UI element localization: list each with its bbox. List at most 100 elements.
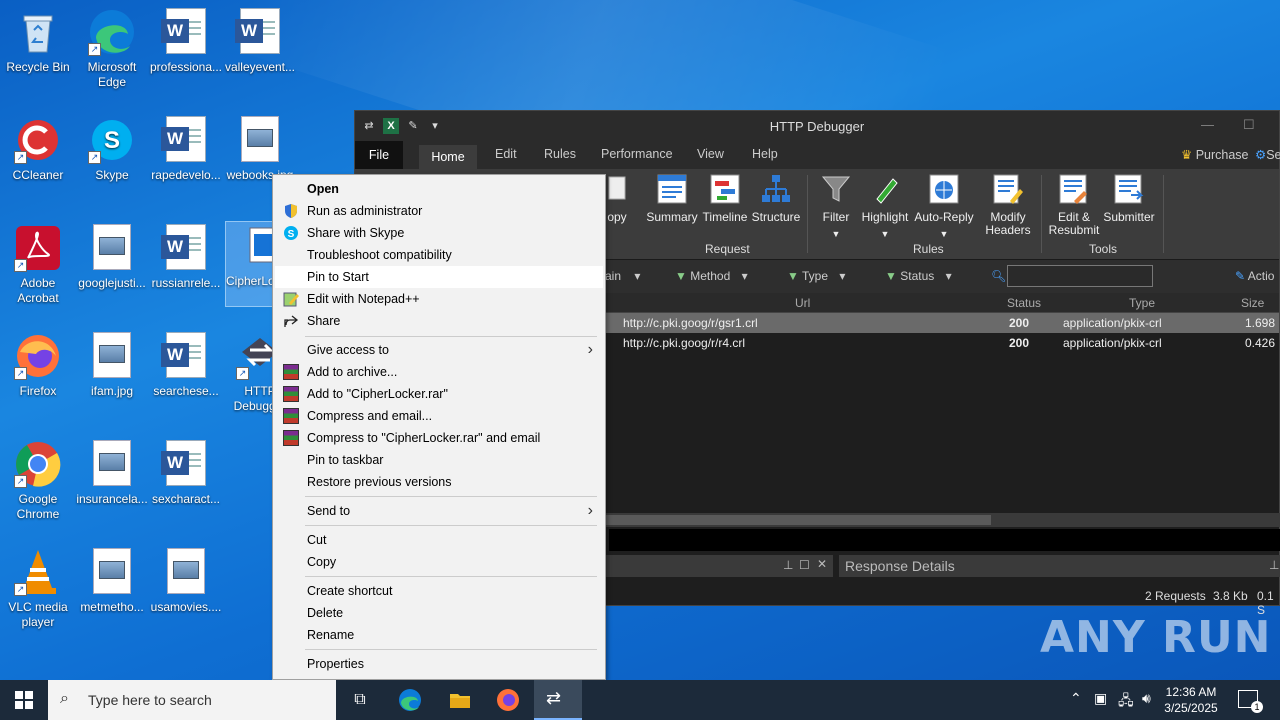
menu-item-pin-taskbar[interactable]: Pin to taskbar xyxy=(275,449,603,471)
menu-item-open[interactable]: Open xyxy=(275,178,603,200)
desktop-icon-firefox[interactable]: ↗ Firefox xyxy=(0,332,76,399)
desktop-icon-valleyevent[interactable]: W valleyevent... xyxy=(222,8,298,75)
column-type[interactable]: Type xyxy=(1129,296,1155,310)
menu-item-run-as-admin[interactable]: Run as administrator xyxy=(275,200,603,222)
file-explorer-icon[interactable] xyxy=(448,688,472,712)
menu-item-cut[interactable]: Cut xyxy=(275,529,603,551)
menu-item-share[interactable]: Share xyxy=(275,310,603,332)
highlight-button[interactable]: Highlight ▼ xyxy=(859,173,911,241)
edge-icon[interactable] xyxy=(398,688,422,712)
volume-icon[interactable]: 🔊︎ xyxy=(1142,690,1151,707)
tab-view[interactable]: View xyxy=(697,147,724,161)
task-view-icon[interactable]: ⧉ xyxy=(348,688,372,712)
menu-item-give-access[interactable]: Give access to › xyxy=(275,339,603,361)
taskbar-search[interactable]: ⌕ Type here to search xyxy=(48,680,336,720)
menu-item-pin-to-start[interactable]: Pin to Start xyxy=(275,266,603,288)
desktop-icon-googlejusti[interactable]: googlejusti... xyxy=(74,224,150,291)
menu-item-add-to-rar[interactable]: Add to "CipherLocker.rar" xyxy=(275,383,603,405)
desktop-icon-skype[interactable]: S ↗ Skype xyxy=(74,116,150,183)
desktop-icon-webooks[interactable]: webooks.jpg xyxy=(222,116,298,183)
desktop-icon-professiona[interactable]: W professiona... xyxy=(148,8,224,75)
column-status[interactable]: Status xyxy=(1007,296,1041,310)
auto-reply-button[interactable]: Auto-Reply ▼ xyxy=(913,173,975,241)
menu-item-compress-email[interactable]: Compress and email... xyxy=(275,405,603,427)
menu-item-copy[interactable]: Copy xyxy=(275,551,603,573)
menu-item-rename[interactable]: Rename xyxy=(275,624,603,646)
filter-button[interactable]: Filter ▼ xyxy=(815,173,857,241)
desktop-icon-ccleaner[interactable]: ↗ CCleaner xyxy=(0,116,76,183)
method-filter[interactable]: ▼ Method ▾ xyxy=(675,269,748,283)
pin-icon[interactable]: ⊥ xyxy=(1269,558,1279,572)
desktop-icon-searchese[interactable]: W searchese... xyxy=(148,332,224,399)
desktop-icon-label: CCleaner xyxy=(12,168,64,182)
image-file-icon xyxy=(88,548,136,596)
edit-resubmit-button[interactable]: Edit & Resubmit xyxy=(1047,173,1101,237)
purchase-button[interactable]: ♛ Purchase xyxy=(1181,147,1249,162)
notification-icon[interactable]: 1 xyxy=(1238,690,1263,713)
menu-item-label: Run as administrator xyxy=(307,204,423,218)
summary-button[interactable]: Summary xyxy=(645,173,699,224)
settings-button[interactable]: ⚙Se xyxy=(1255,147,1280,162)
desktop-icon-vlc[interactable]: ↗ VLC media player xyxy=(0,548,76,630)
close-icon[interactable]: ✕ xyxy=(817,557,827,571)
menu-item-troubleshoot[interactable]: Troubleshoot compatibility xyxy=(275,244,603,266)
menu-item-edit-notepadpp[interactable]: Edit with Notepad++ xyxy=(275,288,603,310)
horizontal-scrollbar[interactable] xyxy=(605,513,1280,527)
desktop-icon-rapedevelo[interactable]: W rapedevelo... xyxy=(148,116,224,183)
chevron-up-icon[interactable]: ⌃ xyxy=(1070,690,1082,707)
desktop-icon-metmetho[interactable]: metmetho... xyxy=(74,548,150,615)
search-input[interactable] xyxy=(1007,265,1153,287)
adobe-acrobat-icon: ↗ xyxy=(14,224,62,272)
windows-start-icon[interactable] xyxy=(12,688,36,712)
copy-icon xyxy=(607,173,627,205)
submitter-button[interactable]: Submitter xyxy=(1101,173,1157,224)
structure-button[interactable]: Structure xyxy=(751,173,801,224)
desktop-icon-sexcharact[interactable]: W sexcharact... xyxy=(148,440,224,507)
response-details-panel-header: Response Details ⊥ xyxy=(839,555,1280,577)
device-icon[interactable]: ▣ xyxy=(1094,690,1107,707)
desktop-icon-label: russianrele... xyxy=(151,276,221,290)
minimize-icon[interactable]: — xyxy=(1201,117,1214,132)
modify-headers-button[interactable]: Modify Headers xyxy=(979,173,1037,237)
tab-home[interactable]: Home xyxy=(419,145,477,169)
menu-item-create-shortcut[interactable]: Create shortcut xyxy=(275,580,603,602)
desktop-icon-usamovies[interactable]: usamovies.... xyxy=(148,548,224,615)
timeline-button[interactable]: Timeline xyxy=(701,173,749,224)
menu-item-compress-rar-email[interactable]: Compress to "CipherLocker.rar" and email xyxy=(275,427,603,449)
desktop-icon-recycle-bin[interactable]: Recycle Bin xyxy=(0,8,76,75)
tab-help[interactable]: Help xyxy=(752,147,778,161)
actions-button[interactable]: ✎ Actio xyxy=(1235,269,1274,283)
menu-item-send-to[interactable]: Send to › xyxy=(275,500,603,522)
scrollbar-thumb[interactable] xyxy=(605,515,991,525)
menu-item-share-skype[interactable]: S Share with Skype xyxy=(275,222,603,244)
firefox-icon[interactable] xyxy=(496,688,520,712)
pin-icon[interactable]: ⊥ xyxy=(783,558,793,572)
menu-item-restore-versions[interactable]: Restore previous versions xyxy=(275,471,603,493)
winrar-icon xyxy=(283,364,299,380)
taskbar-http-debugger[interactable]: ⇄ xyxy=(534,680,582,720)
desktop-icon-edge[interactable]: ↗ Microsoft Edge xyxy=(74,8,150,90)
domain-filter[interactable]: ain ▾ xyxy=(605,269,640,283)
maximize-icon[interactable]: ☐ xyxy=(1243,117,1255,133)
tab-performance[interactable]: Performance xyxy=(601,147,673,161)
column-size[interactable]: Size xyxy=(1241,296,1264,310)
desktop-icon-adobe-acrobat[interactable]: ↗ Adobe Acrobat xyxy=(0,224,76,306)
tab-edit[interactable]: Edit xyxy=(495,147,517,161)
type-filter[interactable]: ▼ Type ▾ xyxy=(787,269,845,283)
menu-item-add-archive[interactable]: Add to archive... xyxy=(275,361,603,383)
menu-item-properties[interactable]: Properties xyxy=(275,653,603,675)
restore-icon[interactable]: ☐ xyxy=(799,558,810,572)
status-filter[interactable]: ▼ Status ▾ xyxy=(885,269,952,283)
tab-rules[interactable]: Rules xyxy=(544,147,576,161)
desktop-icon-label: Microsoft Edge xyxy=(87,60,137,89)
column-url[interactable]: Url xyxy=(795,296,810,310)
desktop-icon-google-chrome[interactable]: ↗ Google Chrome xyxy=(0,440,76,522)
desktop-icon-ifam[interactable]: ifam.jpg xyxy=(74,332,150,399)
clock[interactable]: 12:36 AM 3/25/2025 xyxy=(1160,684,1222,716)
tab-file[interactable]: File xyxy=(355,141,403,169)
menu-item-delete[interactable]: Delete xyxy=(275,602,603,624)
desktop-icon-insurancela[interactable]: insurancela... xyxy=(74,440,150,507)
desktop-icon-russianrele[interactable]: W russianrele... xyxy=(148,224,224,291)
copy-button[interactable]: opy xyxy=(605,173,629,224)
network-icon[interactable]: 🖧︎ xyxy=(1118,690,1134,714)
